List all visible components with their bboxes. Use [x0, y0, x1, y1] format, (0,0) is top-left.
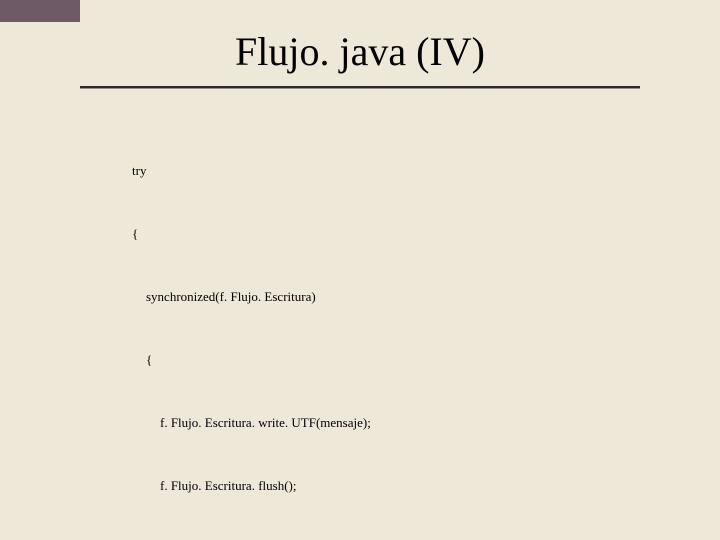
code-line: {: [104, 349, 371, 370]
title-underline: [80, 86, 640, 89]
code-block: try { synchronized(f. Flujo. Escritura) …: [104, 118, 371, 540]
slide: Flujo. java (IV) try { synchronized(f. F…: [0, 0, 720, 540]
slide-title: Flujo. java (IV): [0, 28, 720, 75]
code-line: {: [104, 223, 371, 244]
code-line: synchronized(f. Flujo. Escritura): [104, 286, 371, 307]
code-line: f. Flujo. Escritura. flush();: [104, 475, 371, 496]
code-line: f. Flujo. Escritura. write. UTF(mensaje)…: [104, 412, 371, 433]
corner-accent: [0, 0, 80, 22]
code-line: try: [104, 160, 371, 181]
